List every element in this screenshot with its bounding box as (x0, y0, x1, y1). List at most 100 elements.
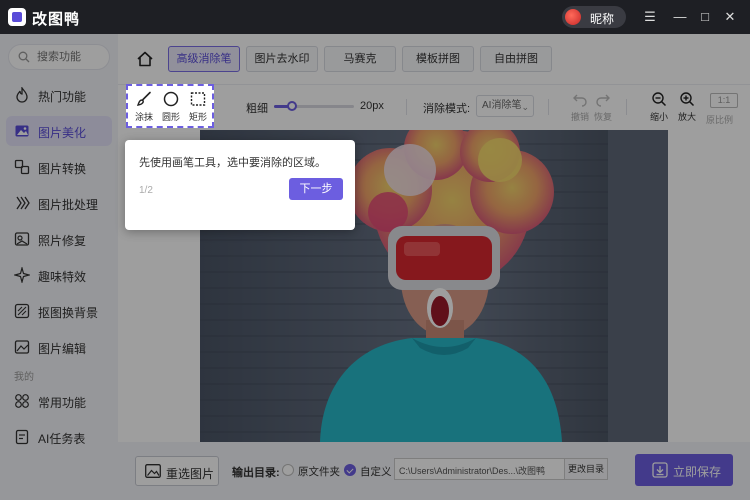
title-bar: 改图鸭 昵称 ☰ — □ ✕ (0, 0, 750, 34)
sidebar-item-label: 图片美化 (38, 126, 87, 140)
fire-icon (16, 87, 28, 103)
sidebar-section-mine: 我的 (14, 372, 34, 383)
sidebar-item-beautify[interactable]: 图片美化 (6, 116, 112, 146)
brush-icon (136, 91, 151, 106)
menu-icon[interactable]: ☰ (642, 9, 658, 25)
change-directory-button[interactable]: 更改目录 (564, 458, 608, 480)
erase-mode-label: 消除模式: (423, 103, 471, 115)
minimize-icon[interactable]: — (672, 9, 688, 25)
thickness-label: 粗细 (246, 103, 268, 115)
tab-remove-watermark[interactable]: 图片去水印 (246, 46, 318, 72)
original-folder-label: 原文件夹 (298, 466, 340, 478)
slider-thumb[interactable] (286, 101, 297, 111)
tab-free-collage[interactable]: 自由拼图 (480, 46, 552, 72)
redo-icon (596, 94, 610, 107)
reselect-image-button[interactable]: 重选图片 (135, 456, 219, 486)
output-path-field[interactable]: C:\Users\Administrator\Des...\改图鸭 (394, 458, 570, 480)
sidebar-item-edit[interactable]: 图片编辑 (6, 332, 112, 362)
custom-folder-radio[interactable] (344, 464, 356, 476)
home-icon[interactable] (136, 50, 154, 68)
sidebar-item-convert[interactable]: 图片转换 (6, 152, 112, 182)
tooltip-text: 先使用画笔工具，选中要消除的区域。 (139, 157, 326, 169)
original-ratio-label: 原比例 (706, 115, 734, 125)
zoom-out-icon (652, 92, 667, 107)
next-step-button[interactable]: 下一步 (289, 178, 343, 200)
task-list-icon (15, 429, 29, 445)
erase-mode-select[interactable]: AI消除笔 ⌄ (476, 95, 534, 117)
onboarding-tooltip: 先使用画笔工具，选中要消除的区域。 1/2 下一步 (125, 140, 355, 230)
reselect-label: 重选图片 (166, 467, 215, 481)
sidebar-item-label: 图片批处理 (38, 198, 99, 212)
download-icon (652, 462, 668, 478)
output-dir-label: 输出目录: (232, 467, 280, 479)
original-folder-radio[interactable] (282, 464, 294, 476)
sidebar-item-ai-tasks[interactable]: AI任务表 (6, 422, 112, 452)
tool-label: 涂抹 (134, 112, 153, 122)
sparkle-icon (14, 267, 30, 283)
tooltip-step: 1/2 (139, 185, 153, 196)
sidebar-item-label: AI任务表 (38, 432, 86, 446)
zoom-out-label: 缩小 (649, 112, 668, 122)
grid-icon (15, 394, 29, 408)
custom-folder-label: 自定义 (360, 466, 392, 478)
app-title: 改图鸭 (32, 11, 81, 28)
sidebar-item-hot[interactable]: 热门功能 (6, 80, 112, 110)
divider (406, 99, 407, 115)
sidebar-item-label: 趣味特效 (38, 270, 87, 284)
image-icon (145, 464, 161, 478)
tool-tabs: 高级消除笔 图片去水印 马赛克 模板拼图 自由拼图 (118, 34, 750, 84)
save-button[interactable]: 立即保存 (635, 454, 733, 486)
sidebar-item-effects[interactable]: 趣味特效 (6, 260, 112, 290)
sidebar: 热门功能 图片美化 图片转换 图片批处理 照片修复 趣味特效 抠图换背景 图片编… (0, 34, 118, 500)
user-name: 昵称 (590, 12, 615, 26)
tab-mosaic[interactable]: 马赛克 (324, 46, 396, 72)
picture-icon (14, 340, 30, 354)
sidebar-item-label: 热门功能 (38, 90, 87, 104)
undo-icon (573, 94, 587, 107)
user-profile-button[interactable]: 昵称 (562, 6, 626, 28)
rectangle-tool[interactable]: 矩形 (185, 90, 211, 123)
redo-label: 恢复 (593, 112, 612, 122)
convert-icon (14, 159, 30, 175)
thickness-value: 20px (360, 100, 384, 112)
thickness-slider[interactable] (274, 101, 354, 111)
sidebar-item-repair[interactable]: 照片修复 (6, 224, 112, 254)
brush-tool-group: 涂抹 圆形 矩形 (126, 84, 214, 128)
zoom-out-button[interactable]: 缩小 (646, 91, 672, 123)
tab-template-collage[interactable]: 模板拼图 (402, 46, 474, 72)
circle-icon (163, 91, 179, 107)
maximize-icon[interactable]: □ (697, 9, 713, 25)
original-ratio-button[interactable]: 1:1 (710, 93, 738, 108)
search-icon (18, 51, 30, 63)
divider (548, 99, 549, 115)
search-input[interactable] (37, 49, 107, 65)
zoom-in-button[interactable]: 放大 (674, 91, 700, 123)
sidebar-item-label: 常用功能 (38, 396, 87, 410)
app-logo-icon (8, 8, 26, 26)
sidebar-item-label: 照片修复 (38, 234, 87, 248)
redo-button[interactable]: 恢复 (590, 91, 616, 123)
rectangle-icon (190, 92, 206, 106)
bottom-bar: 重选图片 输出目录: 原文件夹 自定义 C:\Users\Administrat… (118, 442, 750, 500)
tool-label: 圆形 (161, 112, 180, 122)
save-label: 立即保存 (673, 465, 722, 479)
sidebar-item-label: 图片转换 (38, 162, 87, 176)
circle-tool[interactable]: 圆形 (158, 90, 184, 123)
brush-tool[interactable]: 涂抹 (131, 90, 157, 123)
tool-label: 矩形 (188, 112, 207, 122)
photo-repair-icon (14, 232, 30, 246)
batch-icon (16, 196, 30, 210)
chevron-down-icon: ⌄ (521, 102, 529, 112)
close-icon[interactable]: ✕ (722, 9, 738, 25)
zoom-in-label: 放大 (677, 112, 696, 122)
sidebar-item-cutout[interactable]: 抠图换背景 (6, 296, 112, 326)
tab-advanced-eraser[interactable]: 高级消除笔 (168, 46, 240, 72)
sidebar-item-batch[interactable]: 图片批处理 (6, 188, 112, 218)
sidebar-item-common[interactable]: 常用功能 (6, 386, 112, 416)
avatar (565, 9, 581, 25)
search-box[interactable] (8, 44, 110, 70)
image-edit-icon (15, 125, 29, 137)
erase-mode-value: AI消除笔 (482, 100, 522, 111)
sidebar-item-label: 抠图换背景 (38, 306, 99, 320)
sidebar-item-label: 图片编辑 (38, 342, 87, 356)
